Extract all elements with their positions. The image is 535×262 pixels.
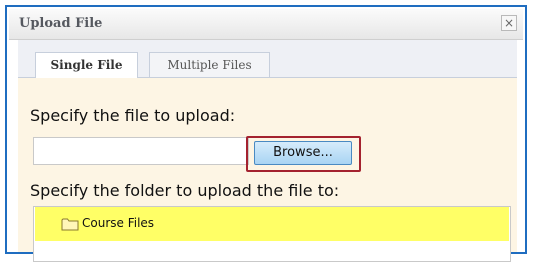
tab-single-file[interactable]: Single File bbox=[35, 52, 138, 78]
dialog-title: Upload File bbox=[19, 16, 103, 31]
close-icon[interactable]: × bbox=[501, 15, 517, 31]
browse-button[interactable]: Browse... bbox=[254, 141, 352, 165]
tab-strip: Single File Multiple Files bbox=[18, 40, 517, 78]
folder-icon bbox=[61, 218, 79, 231]
folder-tree[interactable]: Course Files bbox=[33, 206, 511, 262]
dialog-titlebar[interactable]: Upload File × bbox=[9, 9, 523, 40]
folder-item-label: Course Files bbox=[82, 216, 155, 230]
folder-item-course-files[interactable]: Course Files bbox=[35, 207, 509, 241]
file-path-input[interactable] bbox=[33, 137, 249, 165]
tab-multiple-files[interactable]: Multiple Files bbox=[149, 52, 270, 77]
folder-prompt-label: Specify the folder to upload the file to… bbox=[30, 181, 340, 200]
file-prompt-label: Specify the file to upload: bbox=[30, 106, 236, 125]
